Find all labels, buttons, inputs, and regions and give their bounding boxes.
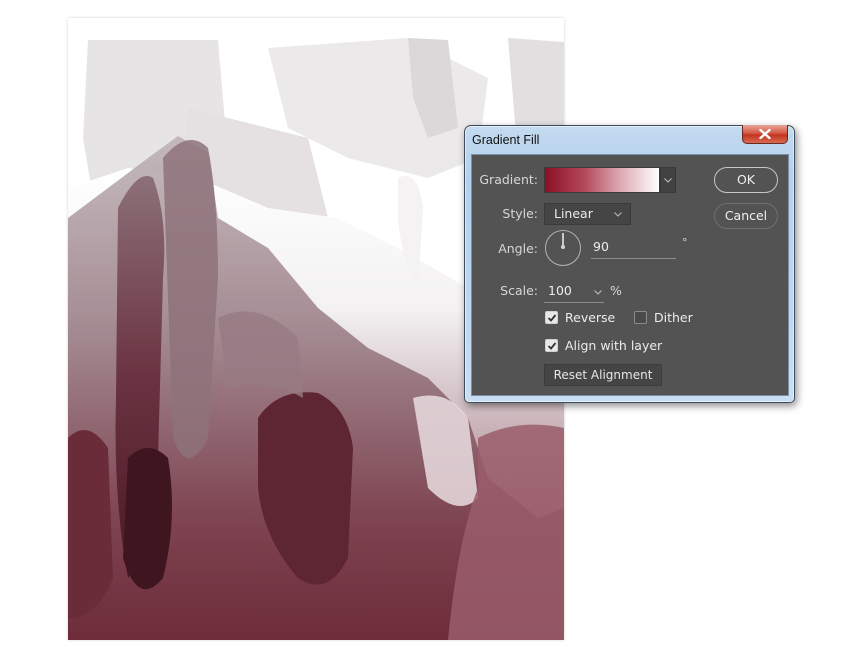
percent-unit: %: [610, 283, 622, 298]
artwork-stroke: [68, 430, 113, 618]
reset-alignment-button[interactable]: Reset Alignment: [544, 364, 662, 386]
angle-dial[interactable]: [545, 230, 581, 266]
angle-dial-center: [560, 245, 565, 249]
checkmark-icon: [547, 314, 557, 322]
style-value: Linear: [554, 206, 593, 221]
close-button[interactable]: [742, 125, 788, 144]
gradient-swatch[interactable]: [544, 167, 660, 193]
dither-label[interactable]: Dither: [654, 310, 693, 325]
dither-checkbox[interactable]: [634, 311, 647, 324]
dialog-title: Gradient Fill: [472, 133, 540, 147]
style-select[interactable]: Linear: [544, 203, 631, 225]
degree-unit: °: [682, 236, 688, 249]
dialog-body: Gradient: Style: Linear Angle: 90 ° Scal…: [471, 154, 789, 396]
angle-input[interactable]: 90: [591, 238, 676, 259]
artwork-stroke: [123, 448, 172, 590]
style-label: Style:: [502, 206, 538, 221]
scale-label: Scale:: [500, 283, 538, 298]
checkmark-icon: [547, 342, 557, 350]
chevron-down-icon[interactable]: [594, 290, 602, 295]
align-with-layer-checkbox[interactable]: [545, 339, 558, 352]
gradient-fill-dialog: Gradient Fill Gradient: Style: Linear An…: [464, 125, 795, 403]
ok-button[interactable]: OK: [714, 167, 778, 193]
angle-value: 90: [593, 239, 609, 254]
close-icon: [759, 129, 771, 139]
cancel-button[interactable]: Cancel: [714, 203, 778, 229]
chevron-down-icon: [614, 212, 622, 217]
chevron-down-icon: [664, 177, 672, 183]
scale-value: 100: [548, 283, 572, 298]
reverse-label[interactable]: Reverse: [565, 310, 615, 325]
angle-label: Angle:: [498, 241, 538, 256]
reverse-checkbox[interactable]: [545, 311, 558, 324]
scale-input[interactable]: 100: [544, 282, 604, 303]
gradient-dropdown-button[interactable]: [660, 167, 676, 193]
align-with-layer-label[interactable]: Align with layer: [565, 338, 662, 353]
gradient-label: Gradient:: [479, 172, 538, 187]
